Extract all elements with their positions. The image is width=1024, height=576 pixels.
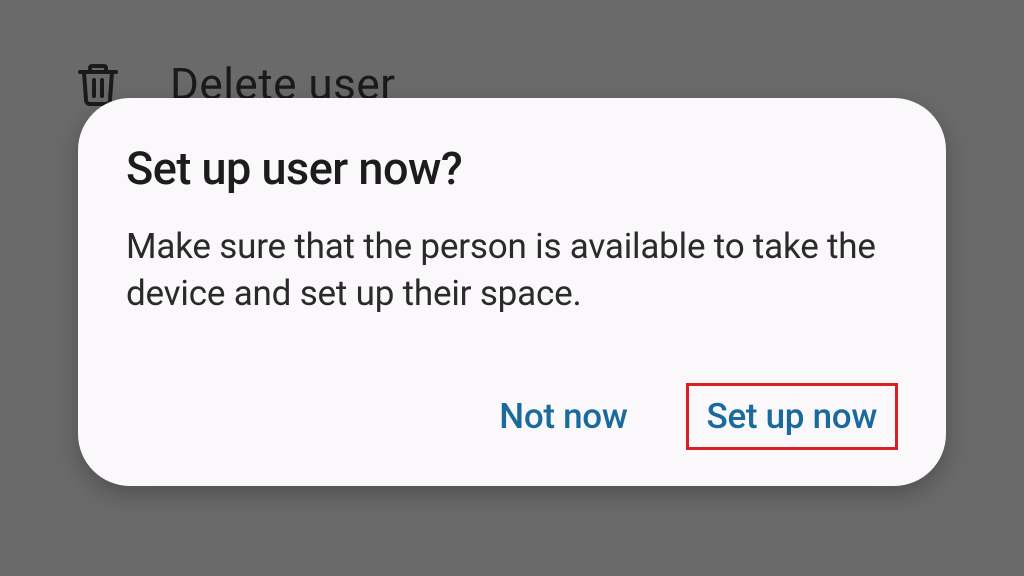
dialog-title: Set up user now? bbox=[126, 142, 898, 195]
not-now-button[interactable]: Not now bbox=[481, 386, 645, 447]
dialog-actions: Not now Set up now bbox=[126, 383, 898, 450]
dialog-message: Make sure that the person is available t… bbox=[126, 223, 898, 318]
set-up-now-button[interactable]: Set up now bbox=[686, 383, 898, 450]
setup-user-dialog: Set up user now? Make sure that the pers… bbox=[78, 98, 946, 486]
